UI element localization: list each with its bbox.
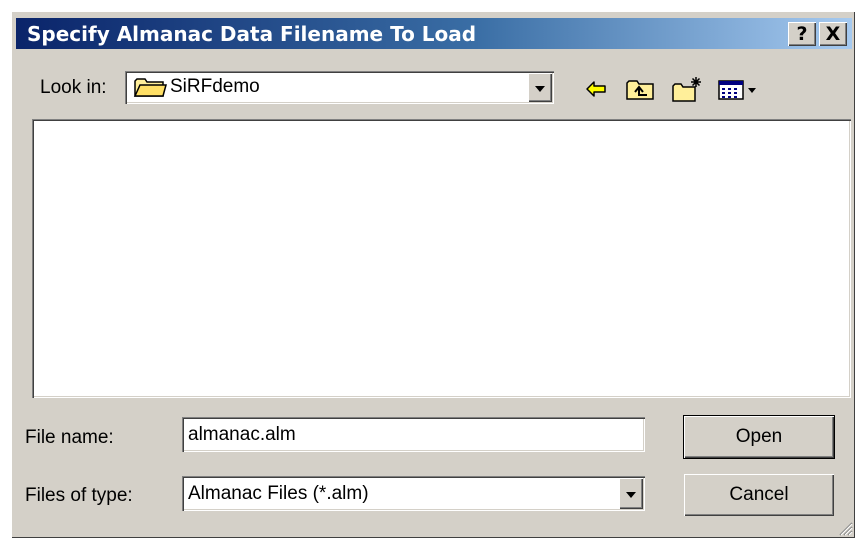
back-arrow-icon[interactable] — [583, 74, 609, 104]
file-name-value: almanac.alm — [188, 424, 296, 445]
cancel-button-label: Cancel — [729, 484, 789, 505]
file-type-dropdown[interactable]: Almanac Files (*.alm) — [182, 476, 645, 511]
file-name-label: File name: — [25, 427, 114, 448]
file-type-label: Files of type: — [25, 485, 133, 506]
look-in-value: SiRFdemo — [170, 76, 260, 97]
close-button[interactable]: X — [819, 22, 847, 46]
file-name-input[interactable]: almanac.alm — [182, 417, 645, 452]
title-bar[interactable]: Specify Almanac Data Filename To Load ? … — [16, 18, 852, 49]
file-type-dropdown-button[interactable] — [619, 478, 643, 509]
file-list[interactable] — [32, 119, 851, 398]
look-in-dropdown[interactable]: SiRFdemo — [125, 71, 554, 104]
view-menu-icon[interactable] — [717, 74, 761, 104]
up-one-level-icon[interactable] — [625, 74, 655, 104]
help-button[interactable]: ? — [788, 22, 816, 46]
folder-icon — [133, 76, 167, 103]
create-new-folder-icon[interactable] — [671, 74, 705, 104]
dialog-title: Specify Almanac Data Filename To Load — [27, 22, 477, 46]
cancel-button[interactable]: Cancel — [684, 474, 834, 516]
open-button-label: Open — [735, 426, 783, 447]
look-in-label: Look in: — [40, 77, 107, 98]
open-button[interactable]: Open — [683, 415, 835, 459]
file-type-value: Almanac Files (*.alm) — [188, 483, 369, 504]
open-file-dialog: Specify Almanac Data Filename To Load ? … — [11, 11, 855, 538]
chevron-down-icon — [535, 85, 545, 92]
look-in-dropdown-button[interactable] — [528, 73, 552, 102]
chevron-down-icon — [626, 491, 636, 498]
